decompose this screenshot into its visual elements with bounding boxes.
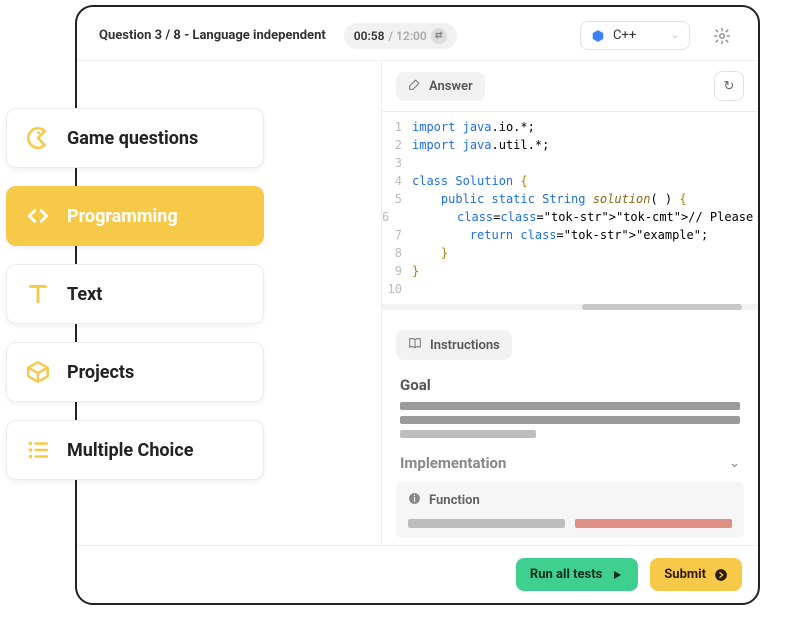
placeholder-line [400,402,740,410]
cpp-icon [591,29,605,43]
timer-total: / 12:00 [388,29,426,43]
implementation-title: Implementation [400,454,506,472]
timer-elapsed: 00:58 [354,29,385,43]
pacman-icon [25,125,51,151]
category-multiple-choice[interactable]: Multiple Choice [6,420,264,480]
breadcrumb: Question 3 / 8 - Language independent [99,28,326,43]
swap-icon[interactable]: ⇄ [431,28,447,44]
bottom-bar: Run all tests Submit [77,545,758,603]
chevron-down-icon: ⌄ [729,456,740,471]
settings-button[interactable] [708,22,736,50]
code-line[interactable]: 2import java.util.*; [382,136,758,154]
category-text[interactable]: Text [6,264,264,324]
answer-tab[interactable]: Answer [396,72,485,101]
category-label: Projects [67,362,134,383]
code-line[interactable]: 9} [382,262,758,280]
category-label: Text [67,284,102,305]
category-list: Game questions Programming Text Projects… [6,108,264,480]
code-line[interactable]: 1import java.io.*; [382,118,758,136]
code-editor[interactable]: 1import java.io.*;2import java.util.*;34… [382,112,758,304]
horizontal-scrollbar[interactable] [382,304,758,310]
box-icon [25,359,51,385]
code-line[interactable]: 8 } [382,244,758,262]
placeholder-line [400,416,740,424]
run-tests-button[interactable]: Run all tests [516,558,638,591]
answer-header: Answer ↻ [382,61,758,112]
category-projects[interactable]: Projects [6,342,264,402]
code-line[interactable]: 4class Solution { [382,172,758,190]
top-bar: Question 3 / 8 - Language independent 00… [77,7,758,61]
instructions-tab[interactable]: Instructions [396,330,512,360]
language-selected: C++ [613,28,636,43]
code-line[interactable]: 5 public static String solution( ) { [382,190,758,208]
code-line[interactable]: 10 [382,280,758,298]
code-line[interactable]: 7 return class="tok-str">"example"; [382,226,758,244]
placeholder-bar [408,519,565,528]
book-icon [408,336,422,354]
instructions-label: Instructions [430,338,500,353]
category-label: Programming [67,206,178,227]
code-line[interactable]: 6 class=class="tok-str">"tok-cmt">// Ple… [382,208,758,226]
reset-button[interactable]: ↻ [714,71,744,101]
run-label: Run all tests [530,567,602,582]
submit-label: Submit [664,567,706,582]
answer-label-text: Answer [429,79,473,94]
category-game-questions[interactable]: Game questions [6,108,264,168]
function-box: Function [396,482,744,538]
arrow-right-circle-icon [714,568,728,582]
info-icon [408,492,421,509]
placeholder-bar [575,519,732,528]
refresh-icon: ↻ [724,79,735,94]
category-programming[interactable]: Programming [6,186,264,246]
instructions-header: Instructions [382,322,758,368]
function-label: Function [429,493,480,508]
category-label: Multiple Choice [67,440,193,461]
language-select[interactable]: C++ ⌄ [580,21,690,50]
chevron-down-icon: ⌄ [671,30,679,41]
category-label: Game questions [67,128,198,149]
right-pane: Answer ↻ 1import java.io.*;2import java.… [382,61,758,545]
submit-button[interactable]: Submit [650,558,742,591]
timer: 00:58 / 12:00 ⇄ [344,23,457,49]
goal-section: Goal [382,368,758,448]
list-icon [25,437,51,463]
implementation-toggle[interactable]: Implementation ⌄ [382,448,758,478]
placeholder-line [400,430,536,438]
text-icon [25,281,51,307]
pencil-icon [408,78,421,95]
code-icon [25,203,51,229]
code-line[interactable]: 3 [382,154,758,172]
play-icon [610,568,624,582]
goal-title: Goal [400,376,740,394]
